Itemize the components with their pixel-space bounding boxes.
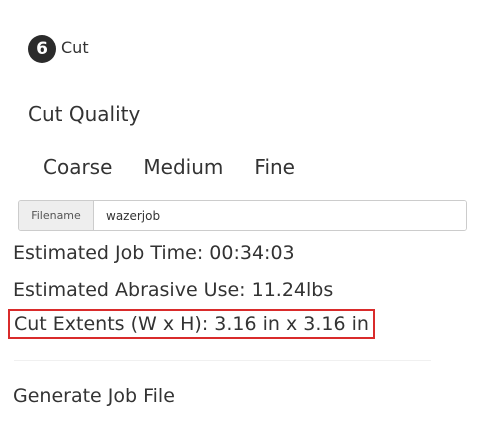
generate-job-file-link[interactable]: Generate Job File: [13, 384, 175, 408]
step-number-badge: 6: [28, 35, 56, 63]
filename-label: Filename: [19, 201, 94, 230]
estimated-abrasive-use: Estimated Abrasive Use: 11.24lbs: [13, 279, 334, 301]
quality-option-fine[interactable]: Fine: [254, 154, 295, 180]
filename-field-group: Filename: [18, 200, 467, 231]
quality-option-coarse[interactable]: Coarse: [43, 154, 112, 180]
filename-input[interactable]: [94, 201, 466, 230]
estimated-job-time: Estimated Job Time: 00:34:03: [13, 242, 295, 264]
cut-quality-heading: Cut Quality: [28, 102, 141, 126]
cut-quality-options: Coarse Medium Fine: [43, 154, 295, 180]
step-title: Cut: [61, 37, 89, 57]
cut-extents-text: Cut Extents (W x H): 3.16 in x 3.16 in: [14, 313, 369, 335]
cut-extents-highlighted: Cut Extents (W x H): 3.16 in x 3.16 in: [8, 309, 375, 339]
section-divider: [14, 360, 431, 361]
quality-option-medium[interactable]: Medium: [143, 154, 223, 180]
step-header: 6 Cut: [28, 34, 89, 64]
